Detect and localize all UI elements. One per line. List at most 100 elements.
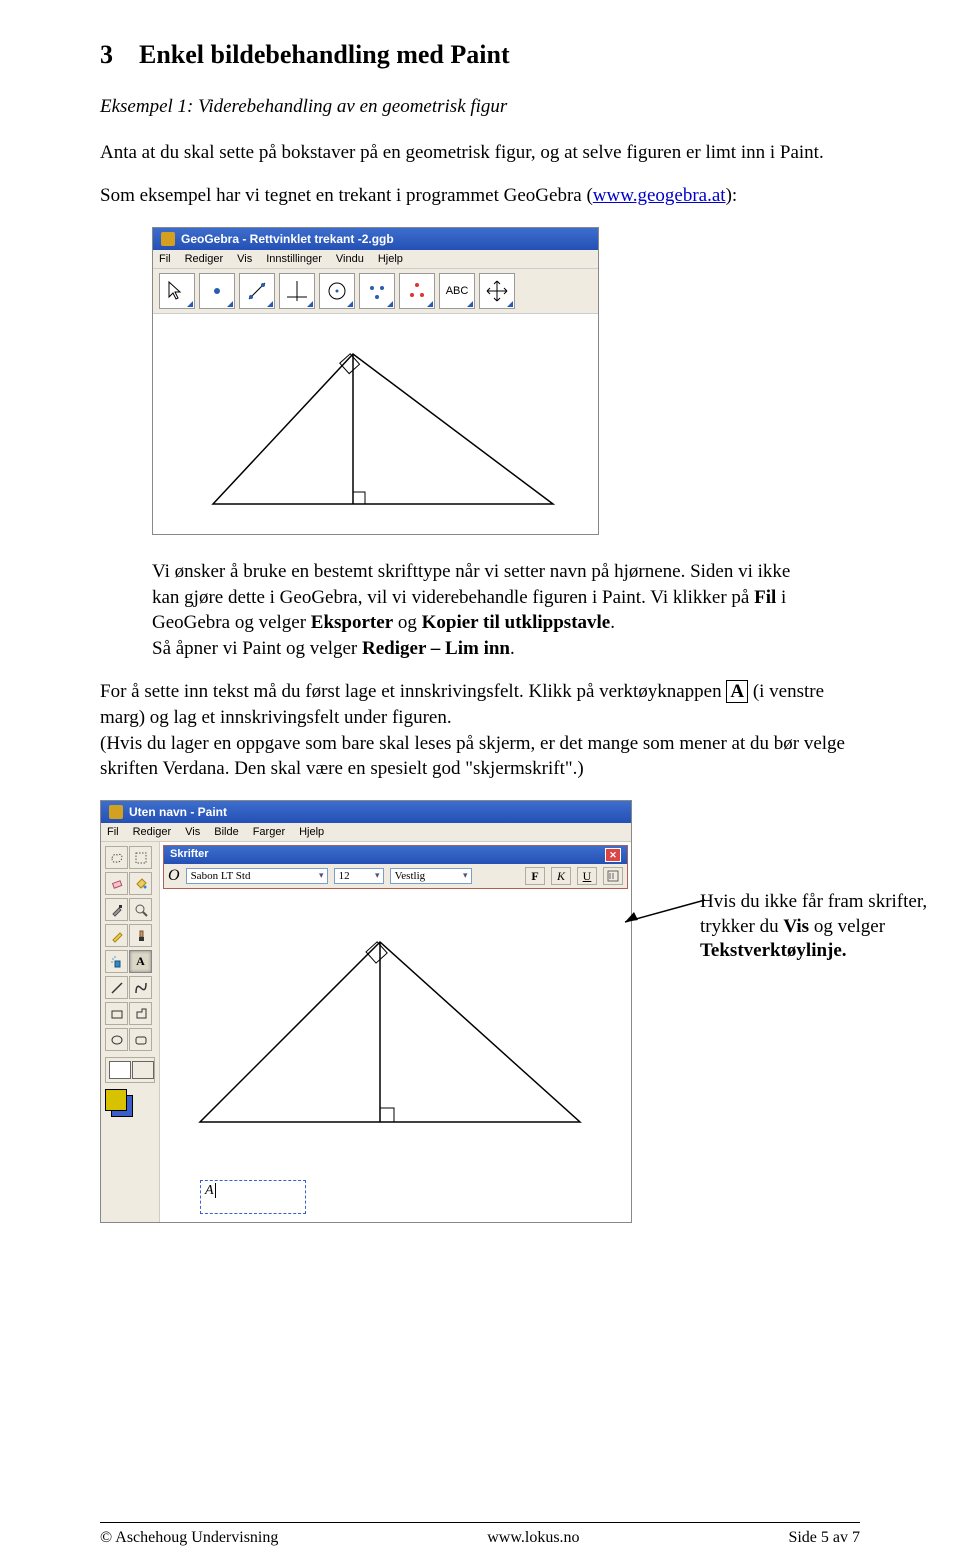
geogebra-titlebar: GeoGebra - Rettvinklet trekant -2.ggb xyxy=(153,228,598,250)
footer-right: Side 5 av 7 xyxy=(788,1529,860,1547)
text-input-content: A xyxy=(205,1183,214,1198)
tool-eraser-icon[interactable] xyxy=(105,872,128,895)
heading-number: 3 xyxy=(100,40,113,69)
gg-tool-perpendicular[interactable] xyxy=(279,273,315,309)
paint-app-icon xyxy=(109,805,123,819)
footer-left: © Aschehoug Undervisning xyxy=(100,1529,278,1547)
tool-brush-icon[interactable] xyxy=(129,924,152,947)
gg-tool-angle[interactable] xyxy=(399,273,435,309)
geogebra-window-title: GeoGebra - Rettvinklet trekant -2.ggb xyxy=(181,232,394,246)
p4-a: For å sette inn tekst må du først lage e… xyxy=(100,681,726,702)
p4-c: (Hvis du lager en oppgave som bare skal … xyxy=(100,733,845,780)
p3-d: og xyxy=(393,612,422,633)
paint-titlebar: Uten navn - Paint xyxy=(101,801,631,823)
font-name-select[interactable]: Sabon LT Std xyxy=(186,868,328,884)
tool-airbrush-icon[interactable] xyxy=(105,950,128,973)
paint-toolbox: A xyxy=(101,842,160,1222)
footer-center: www.lokus.no xyxy=(487,1529,579,1547)
geogebra-screenshot: GeoGebra - Rettvinklet trekant -2.ggb Fi… xyxy=(152,227,599,535)
paint-canvas[interactable]: A xyxy=(160,892,631,1222)
page-footer: © Aschehoug Undervisning www.lokus.no Si… xyxy=(100,1522,860,1547)
tool-text-icon[interactable]: A xyxy=(129,950,152,973)
tool-freeform-select-icon[interactable] xyxy=(105,846,128,869)
color-indicator xyxy=(105,1089,147,1119)
annot-vis: Vis xyxy=(783,916,809,937)
geogebra-app-icon xyxy=(161,232,175,246)
tool-roundrect-icon[interactable] xyxy=(129,1028,152,1051)
p3-a: Vi ønsker å bruke en bestemt skrifttype … xyxy=(152,561,790,608)
annot-tekstverk: Tekstverktøylinje. xyxy=(700,940,847,961)
paint-menu-fil[interactable]: Fil xyxy=(107,826,119,838)
italic-button[interactable]: K xyxy=(551,867,571,885)
subtitle: Eksempel 1: Viderebehandling av en geome… xyxy=(100,94,860,120)
tool-pencil-icon[interactable] xyxy=(105,924,128,947)
tool-line-icon[interactable] xyxy=(105,976,128,999)
font-script-select[interactable]: Vestlig xyxy=(390,868,472,884)
geogebra-toolbar: ABC xyxy=(153,269,598,314)
paint-menu-rediger[interactable]: Rediger xyxy=(133,826,172,838)
annot-b: og velger xyxy=(809,916,885,937)
tool-polygon-icon[interactable] xyxy=(129,1002,152,1025)
p3-eksporter: Eksporter xyxy=(311,612,393,633)
p3-g: . xyxy=(510,638,515,659)
p3-liminn: Rediger – Lim inn xyxy=(362,638,510,659)
primary-color-swatch[interactable] xyxy=(105,1089,127,1111)
paint-menubar: Fil Rediger Vis Bilde Farger Hjelp xyxy=(101,823,631,842)
gg-tool-circle[interactable] xyxy=(319,273,355,309)
text-bg-opaque-icon[interactable] xyxy=(109,1061,131,1079)
tool-options xyxy=(105,1057,155,1083)
tool-rect-select-icon[interactable] xyxy=(129,846,152,869)
gg-menu-vis[interactable]: Vis xyxy=(237,253,252,265)
text-tool-box-A: A xyxy=(726,680,748,703)
paint-menu-farger[interactable]: Farger xyxy=(253,826,285,838)
tool-curve-icon[interactable] xyxy=(129,976,152,999)
annotation-text: Hvis du ikke får fram skrifter, trykker … xyxy=(700,890,950,964)
paragraph-4: For å sette inn tekst må du først lage e… xyxy=(100,679,860,782)
gg-menu-vindu[interactable]: Vindu xyxy=(336,253,364,265)
fonts-toolbar: Skrifter ✕ O Sabon LT Std 12 Vestlig F K… xyxy=(163,845,628,889)
gg-tool-arc[interactable] xyxy=(359,273,395,309)
p3-kopier: Kopier til utklippstavle xyxy=(422,612,611,633)
gg-menu-innstillinger[interactable]: Innstillinger xyxy=(266,253,322,265)
gg-menu-fil[interactable]: Fil xyxy=(159,253,171,265)
gg-tool-text[interactable]: ABC xyxy=(439,273,475,309)
text-orientation-button[interactable] xyxy=(603,867,623,885)
tool-picker-icon[interactable] xyxy=(105,898,128,921)
paragraph-1: Anta at du skal sette på bokstaver på en… xyxy=(100,140,860,166)
paint-menu-vis[interactable]: Vis xyxy=(185,826,200,838)
tool-rectangle-icon[interactable] xyxy=(105,1002,128,1025)
geogebra-link[interactable]: www.geogebra.at xyxy=(593,185,726,206)
p3-e: . xyxy=(610,612,615,633)
paragraph-2: Som eksempel har vi tegnet en trekant i … xyxy=(100,183,860,209)
underline-button[interactable]: U xyxy=(577,867,597,885)
paint-screenshot: Uten navn - Paint Fil Rediger Vis Bilde … xyxy=(100,800,632,1223)
p3-fil: Fil xyxy=(754,587,776,608)
p3-f: Så åpner vi Paint og velger xyxy=(152,638,362,659)
para2-text-a: Som eksempel har vi tegnet en trekant i … xyxy=(100,185,593,206)
bold-button[interactable]: F xyxy=(525,867,545,885)
para2-text-b: ): xyxy=(726,185,738,206)
paragraph-3: Vi ønsker å bruke en bestemt skrifttype … xyxy=(152,559,820,662)
gg-menu-hjelp[interactable]: Hjelp xyxy=(378,253,403,265)
tool-magnifier-icon[interactable] xyxy=(129,898,152,921)
heading-text: Enkel bildebehandling med Paint xyxy=(139,40,510,69)
paint-window-title: Uten navn - Paint xyxy=(129,805,227,819)
tool-ellipse-icon[interactable] xyxy=(105,1028,128,1051)
gg-tool-move[interactable] xyxy=(479,273,515,309)
gg-tool-line[interactable] xyxy=(239,273,275,309)
fonts-toolbar-title: Skrifter xyxy=(170,848,209,862)
paint-menu-hjelp[interactable]: Hjelp xyxy=(299,826,324,838)
geogebra-menubar: Fil Rediger Vis Innstillinger Vindu Hjel… xyxy=(153,250,598,269)
text-bg-transparent-icon[interactable] xyxy=(132,1061,154,1079)
gg-menu-rediger[interactable]: Rediger xyxy=(185,253,224,265)
annotation-arrow-icon xyxy=(620,890,710,930)
geogebra-canvas xyxy=(153,314,598,534)
gg-tool-pointer[interactable] xyxy=(159,273,195,309)
tool-fill-icon[interactable] xyxy=(129,872,152,895)
page-heading: 3 Enkel bildebehandling med Paint xyxy=(100,40,860,70)
fonts-toolbar-close-icon[interactable]: ✕ xyxy=(605,848,621,862)
gg-tool-point[interactable] xyxy=(199,273,235,309)
text-input-box[interactable]: A xyxy=(200,1180,306,1214)
paint-menu-bilde[interactable]: Bilde xyxy=(214,826,238,838)
font-size-select[interactable]: 12 xyxy=(334,868,384,884)
